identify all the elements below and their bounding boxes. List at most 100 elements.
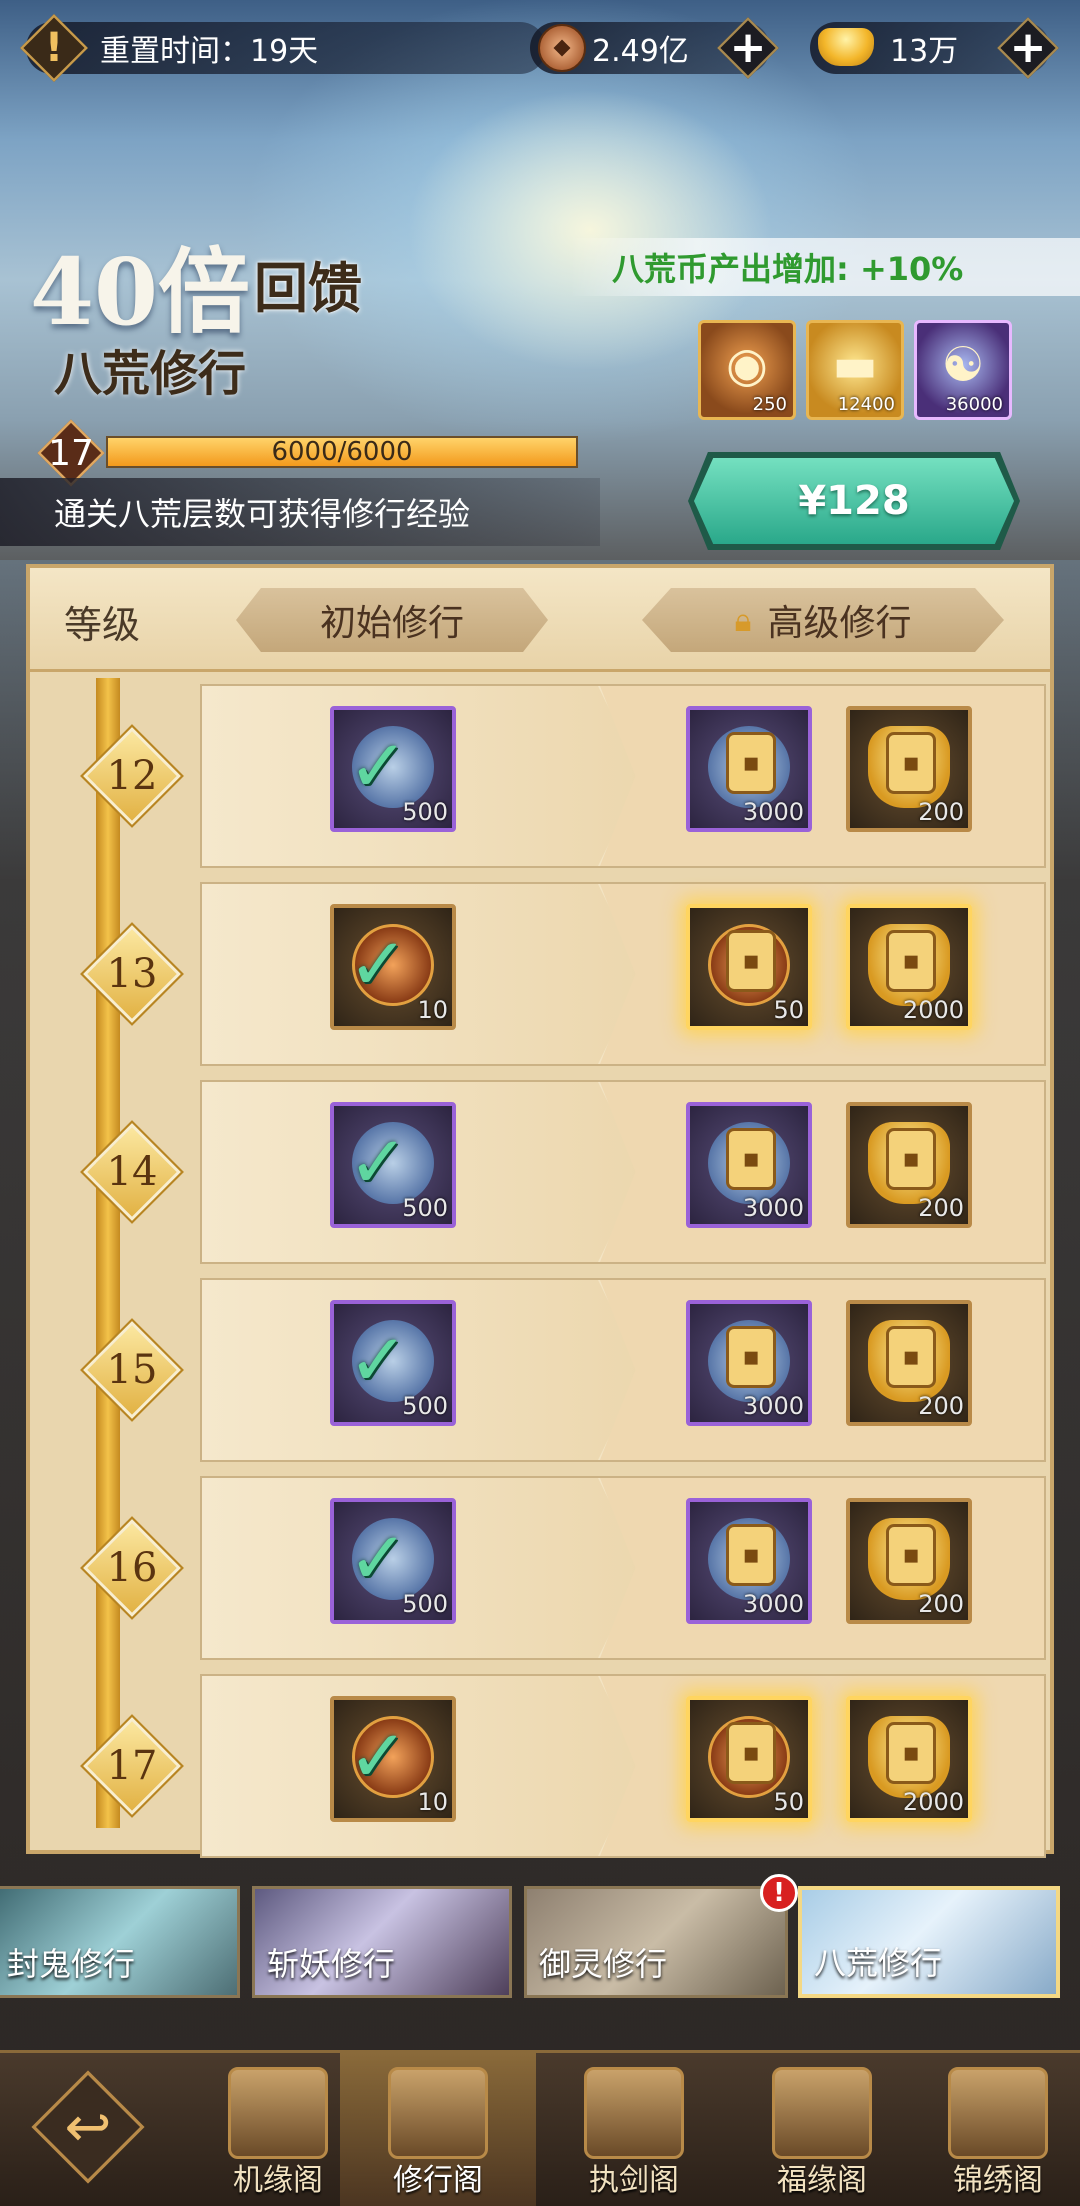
sword-icon	[584, 2067, 684, 2159]
row-advanced-area	[600, 884, 1044, 1064]
nav-zhijian[interactable]: 执剑阁	[536, 2053, 732, 2206]
checkmark-icon: ✓	[348, 724, 409, 808]
lock-icon: ▪	[886, 1524, 936, 1586]
plus-icon: +	[729, 22, 767, 73]
level-track	[96, 678, 120, 1828]
item-quantity: 10	[417, 1788, 448, 1816]
lock-icon: ▪	[726, 1524, 776, 1586]
lock-icon: ▪	[886, 1326, 936, 1388]
robe-icon	[948, 2067, 1048, 2159]
basic-reward-item[interactable]: ✓ 500	[330, 1498, 456, 1624]
basic-reward-item[interactable]: ✓ 10	[330, 904, 456, 1030]
checkmark-icon: ✓	[348, 1714, 409, 1798]
lock-icon: ▪	[886, 732, 936, 794]
basic-reward-item[interactable]: ✓ 500	[330, 1102, 456, 1228]
gold-currency: 13万 +	[810, 17, 1059, 79]
row-advanced-area	[600, 1082, 1044, 1262]
checkmark-icon: ✓	[348, 1318, 409, 1402]
gold-ingot-icon: ▬	[832, 337, 878, 393]
item-quantity: 200	[918, 798, 964, 826]
tab-ghost-cultivation[interactable]: 封鬼修行	[0, 1886, 240, 1998]
nav-xiuxing[interactable]: 修行阁	[340, 2053, 536, 2206]
gold-amount: 13万	[890, 34, 959, 69]
lock-icon: ▪	[726, 1722, 776, 1784]
nav-fuyuan[interactable]: 福缘阁	[724, 2053, 920, 2206]
purchase-button[interactable]: ¥128	[694, 458, 1014, 544]
basic-reward-item[interactable]: ✓ 500	[330, 706, 456, 832]
basic-reward-item[interactable]: ✓ 10	[330, 1696, 456, 1822]
reward-item[interactable]: ▬ 12400	[806, 320, 904, 420]
table-row: ✓ 500 ▪ 3000 ▪ 200	[200, 1476, 1046, 1660]
level-number: 14	[106, 1149, 158, 1195]
advanced-reward-item[interactable]: ▪ 3000	[686, 1102, 812, 1228]
gate-icon	[772, 2067, 872, 2159]
item-quantity: 500	[402, 1194, 448, 1222]
notification-badge: !	[760, 1874, 798, 1912]
mode-tabs: 封鬼修行 斩妖修行 御灵修行 ! 八荒修行	[0, 1874, 1080, 2004]
table-header: 等级 初始修行 🔒︎ 高级修行	[30, 568, 1050, 672]
level-number: 12	[106, 753, 158, 799]
advanced-reward-item[interactable]: ▪ 50	[686, 1696, 812, 1822]
advanced-reward-item[interactable]: ▪ 50	[686, 904, 812, 1030]
row-advanced-area	[600, 686, 1044, 866]
gold-ingot-icon	[818, 28, 874, 66]
back-arrow-icon: ↩	[64, 2094, 112, 2160]
item-quantity: 2000	[902, 1788, 964, 1816]
advanced-reward-item[interactable]: ▪ 3000	[686, 1498, 812, 1624]
reward-item[interactable]: ◉ 250	[698, 320, 796, 420]
tab-bahuang-cultivation[interactable]: 八荒修行	[798, 1886, 1060, 1998]
advanced-reward-item[interactable]: ▪ 3000	[686, 1300, 812, 1426]
tab-demon-cultivation[interactable]: 斩妖修行	[252, 1886, 512, 1998]
item-quantity: 3000	[742, 1392, 804, 1420]
level-number: 16	[106, 1545, 158, 1591]
tab-spirit-cultivation[interactable]: 御灵修行	[524, 1886, 788, 1998]
banner: 重置时间：19天 ! 2.49亿 + 13万 + 40倍 回馈 八荒修行 八荒币…	[0, 0, 1080, 560]
item-quantity: 200	[918, 1392, 964, 1420]
advanced-reward-item[interactable]: ▪ 2000	[846, 904, 972, 1030]
table-row: ✓ 500 ▪ 3000 ▪ 200	[200, 1080, 1046, 1264]
advanced-reward-item[interactable]: ▪ 200	[846, 1498, 972, 1624]
feedback-title: 回馈	[254, 256, 362, 320]
advanced-reward-item[interactable]: ▪ 3000	[686, 706, 812, 832]
basic-reward-item[interactable]: ✓ 500	[330, 1300, 456, 1426]
row-advanced-area	[600, 1478, 1044, 1658]
nav-label: 执剑阁	[589, 2163, 679, 2198]
item-quantity: 3000	[742, 1194, 804, 1222]
table-row: ✓ 500 ▪ 3000 ▪ 200	[200, 684, 1046, 868]
item-quantity: 10	[417, 996, 448, 1024]
reward-item[interactable]: ☯ 36000	[914, 320, 1012, 420]
lock-icon: 🔒︎	[734, 600, 752, 639]
token-icon	[388, 2067, 488, 2159]
advanced-reward-item[interactable]: ▪ 200	[846, 1102, 972, 1228]
nav-label: 福缘阁	[777, 2163, 867, 2198]
exclamation-icon: !	[44, 25, 64, 71]
lock-icon: ▪	[886, 1722, 936, 1784]
checkmark-icon: ✓	[348, 1120, 409, 1204]
lock-icon: ▪	[726, 1326, 776, 1388]
tab-label: 御灵修行	[539, 1945, 668, 1983]
row-advanced-area	[600, 1280, 1044, 1460]
reward-preview: ◉ 250 ▬ 12400 ☯ 36000	[698, 320, 1012, 420]
row-advanced-area	[600, 1676, 1044, 1856]
plus-icon: +	[1009, 22, 1047, 73]
reset-timer: 重置时间：19天	[26, 22, 546, 74]
table-row: ✓ 500 ▪ 3000 ▪ 200	[200, 1278, 1046, 1462]
level-number: 15	[106, 1347, 158, 1393]
advanced-reward-item[interactable]: ▪ 200	[846, 706, 972, 832]
item-quantity: 3000	[742, 1590, 804, 1618]
nav-label: 修行阁	[393, 2163, 483, 2198]
item-quantity: 50	[773, 996, 804, 1024]
mode-title: 八荒修行	[54, 346, 247, 402]
item-quantity: 500	[402, 1392, 448, 1420]
reset-time-label: 重置时间：19天	[100, 34, 319, 69]
checkmark-icon: ✓	[348, 1516, 409, 1600]
advanced-reward-item[interactable]: ▪ 200	[846, 1300, 972, 1426]
yinyang-orb-icon: ☯	[941, 337, 985, 393]
advanced-reward-item[interactable]: ▪ 2000	[846, 1696, 972, 1822]
nav-jinxiu[interactable]: 锦绣阁	[900, 2053, 1080, 2206]
current-level: 17	[48, 432, 94, 474]
tab-label: 斩妖修行	[267, 1945, 396, 1983]
bottom-nav: ↩ 机缘阁 修行阁 执剑阁 福缘阁 锦绣阁	[0, 2050, 1080, 2206]
tab-label: 八荒修行	[814, 1944, 943, 1982]
table-row: ✓ 10 ▪ 50 ▪ 2000	[200, 882, 1046, 1066]
